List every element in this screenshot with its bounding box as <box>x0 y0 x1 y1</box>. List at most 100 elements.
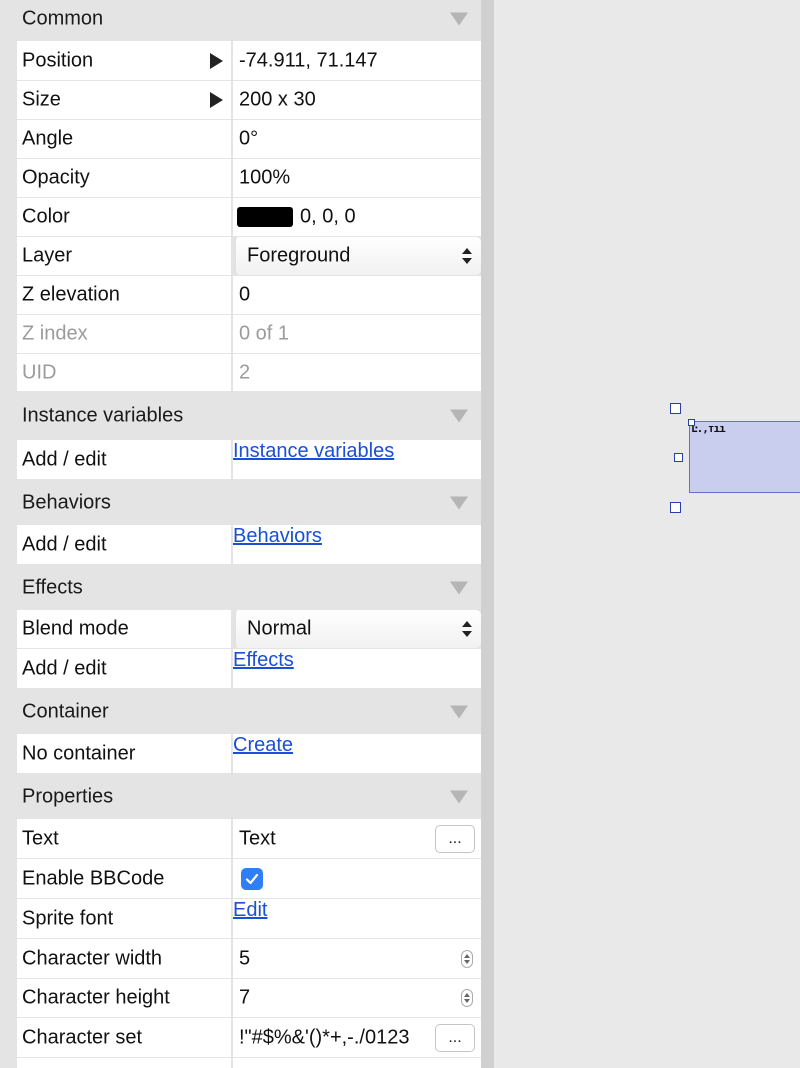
value-cell: Edit <box>233 899 481 938</box>
color-label: Color <box>22 205 70 228</box>
color-swatch[interactable] <box>237 207 293 227</box>
character-width-stepper[interactable] <box>461 949 473 968</box>
character-height-label: Character height <box>22 986 170 1009</box>
collapse-triangle-icon[interactable] <box>450 12 468 26</box>
z-index-cell: 0 of 1 <box>233 315 481 353</box>
z-index-value: 0 of 1 <box>239 322 290 345</box>
sprite-font-edit-link[interactable]: Edit <box>233 899 267 921</box>
collapse-triangle-icon[interactable] <box>450 409 468 423</box>
position-field[interactable]: -74.911, 71.147 <box>233 41 481 80</box>
uid-label: UID <box>22 361 57 383</box>
character-height-field[interactable]: 7 <box>233 979 481 1017</box>
origin-handle[interactable] <box>688 419 695 426</box>
text-field[interactable]: Text ... <box>233 819 481 858</box>
resize-handle-top-left[interactable] <box>670 403 681 414</box>
resize-handle-bottom-left[interactable] <box>670 502 681 513</box>
expand-triangle-icon[interactable] <box>210 92 223 108</box>
row-container: No container Create <box>17 734 481 774</box>
row-angle: Angle 0° <box>17 120 481 159</box>
z-elevation-value: 0 <box>239 283 251 306</box>
collapse-triangle-icon[interactable] <box>450 790 468 803</box>
z-index-label: Z index <box>22 322 88 345</box>
section-title-properties: Properties <box>22 785 114 807</box>
section-behaviors[interactable]: Behaviors <box>0 480 481 525</box>
section-properties[interactable]: Properties <box>0 774 481 819</box>
row-uid: UID 2 <box>17 354 481 392</box>
position-value: -74.911, 71.147 <box>239 49 378 71</box>
checkmark-icon <box>245 873 259 884</box>
effects-add-label: Add / edit <box>22 657 107 679</box>
edit-text-button[interactable]: ... <box>435 824 475 853</box>
section-container[interactable]: Container <box>0 689 481 734</box>
character-height-stepper[interactable] <box>461 989 473 1007</box>
blend-mode-select[interactable]: Normal <box>233 610 481 648</box>
opacity-value: 100% <box>239 166 291 189</box>
row-size: Size 200 x 30 <box>17 81 481 120</box>
row-z-elevation: Z elevation 0 <box>17 276 481 315</box>
effects-link[interactable]: Effects <box>233 649 294 671</box>
label-cell: Color <box>17 198 231 236</box>
section-title-common: Common <box>22 7 104 30</box>
angle-label: Angle <box>22 127 74 150</box>
z-elevation-field[interactable]: 0 <box>233 276 481 314</box>
z-elevation-label: Z elevation <box>22 283 120 306</box>
opacity-label: Opacity <box>22 166 90 189</box>
size-field[interactable]: 200 x 30 <box>233 81 481 119</box>
row-character-height: Character height 7 <box>17 979 481 1018</box>
row-text: Text Text ... <box>17 819 481 859</box>
label-cell: Enable BBCode <box>17 859 231 898</box>
angle-value: 0° <box>239 127 259 150</box>
panel-scrollbar[interactable] <box>481 0 494 1068</box>
position-label: Position <box>22 49 94 71</box>
expand-triangle-icon[interactable] <box>210 52 223 69</box>
section-common[interactable]: Common <box>0 0 481 38</box>
label-cell: Add / edit <box>17 525 231 564</box>
select-arrows-icon <box>462 248 472 264</box>
row-z-index: Z index 0 of 1 <box>17 315 481 354</box>
character-set-value: !"#$%&'()*+,-./0123 <box>239 1026 410 1048</box>
label-cell: Angle <box>17 120 231 158</box>
resize-handle-left[interactable] <box>674 453 683 462</box>
section-title-container: Container <box>22 700 109 722</box>
layout-view-canvas[interactable]: Ŀ.,ᴛıı <box>494 0 800 1068</box>
instance-variables-link[interactable]: Instance variables <box>233 440 394 462</box>
properties-panel: Common Position -74.911, 71.147 Size 200… <box>0 0 481 1068</box>
value-cell: Behaviors <box>233 525 481 564</box>
row-sprite-font: Sprite font Edit <box>17 899 481 939</box>
label-cell: Character set <box>17 1018 231 1057</box>
label-cell: Add / edit <box>17 649 231 688</box>
label-cell: Size <box>17 81 231 119</box>
value-cell: Effects <box>233 649 481 688</box>
enable-bbcode-checkbox[interactable] <box>241 867 263 890</box>
create-container-link[interactable]: Create <box>233 734 293 756</box>
behaviors-link[interactable]: Behaviors <box>233 525 322 547</box>
layer-label: Layer <box>22 244 73 267</box>
no-container-label: No container <box>22 742 136 764</box>
character-width-label: Character width <box>22 947 163 969</box>
collapse-triangle-icon[interactable] <box>450 496 468 509</box>
section-effects[interactable]: Effects <box>0 565 481 610</box>
color-value: 0, 0, 0 <box>300 205 356 228</box>
opacity-field[interactable]: 100% <box>233 159 481 197</box>
label-cell: Character height <box>17 979 231 1017</box>
select-arrows-icon <box>462 621 472 637</box>
row-behaviors: Add / edit Behaviors <box>17 525 481 565</box>
layer-select[interactable]: Foreground <box>233 237 481 275</box>
row-enable-bbcode: Enable BBCode <box>17 859 481 899</box>
uid-cell: 2 <box>233 354 481 391</box>
collapse-triangle-icon[interactable] <box>450 705 468 718</box>
character-width-value: 5 <box>239 947 251 969</box>
character-width-field[interactable]: 5 <box>233 939 481 978</box>
character-set-field[interactable]: !"#$%&'()*+,-./0123 ... <box>233 1018 481 1057</box>
blend-mode-label: Blend mode <box>22 617 129 640</box>
edit-character-set-button[interactable]: ... <box>435 1023 475 1052</box>
color-field[interactable]: 0, 0, 0 <box>233 198 481 236</box>
row-character-width: Character width 5 <box>17 939 481 979</box>
label-cell: Layer <box>17 237 231 275</box>
section-instance-variables[interactable]: Instance variables <box>0 392 481 440</box>
angle-field[interactable]: 0° <box>233 120 481 158</box>
size-label: Size <box>22 88 61 111</box>
label-cell: Z index <box>17 315 231 353</box>
collapse-triangle-icon[interactable] <box>450 581 468 594</box>
label-cell: Opacity <box>17 159 231 197</box>
